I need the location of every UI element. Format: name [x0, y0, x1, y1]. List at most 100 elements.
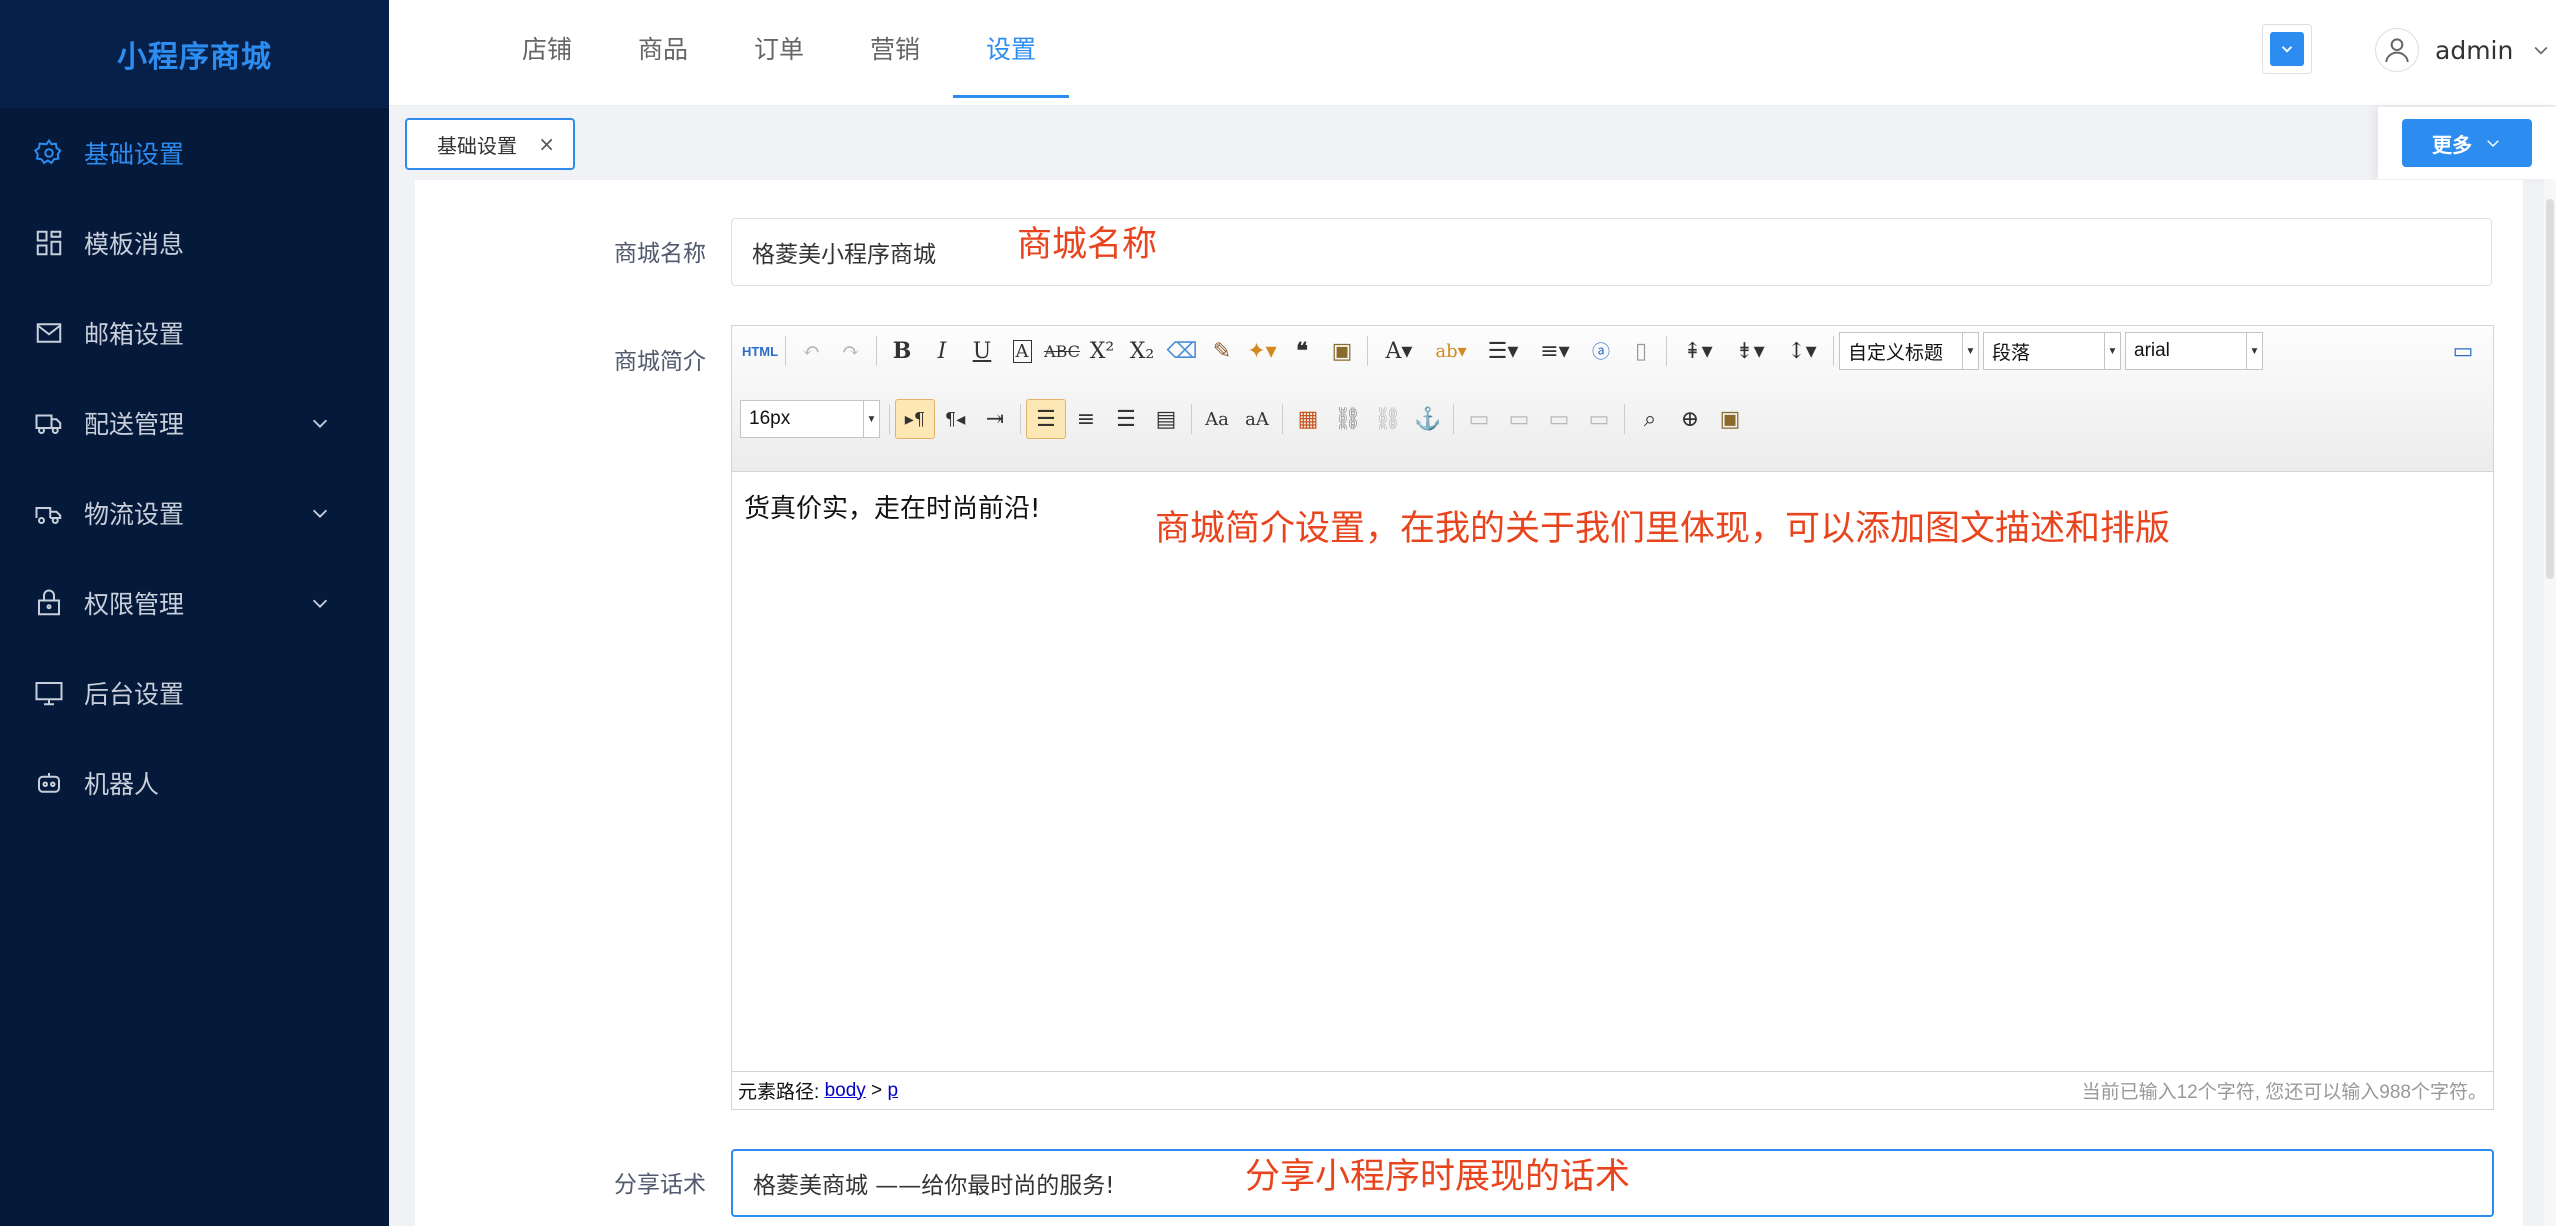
- sidebar-item-mail-settings[interactable]: 邮箱设置: [0, 288, 389, 378]
- image-none-icon[interactable]: ▭: [1459, 399, 1499, 439]
- sidebar-item-label: 物流设置: [84, 500, 185, 529]
- chevron-down-icon[interactable]: [309, 502, 331, 524]
- top-nav: 店铺 商品 订单 营销 设置: [489, 0, 1069, 106]
- page-scrollbar[interactable]: [2544, 179, 2556, 1226]
- sidebar-item-logistics[interactable]: 物流设置: [0, 468, 389, 558]
- scrollbar-thumb[interactable]: [2546, 199, 2554, 579]
- font-family-select[interactable]: arial ▼: [2125, 332, 2263, 370]
- auto-format-icon[interactable]: ✦▾: [1242, 331, 1282, 371]
- sidebar-item-template-message[interactable]: 模板消息: [0, 198, 389, 288]
- underline-icon[interactable]: U: [962, 331, 1002, 371]
- strikethrough-icon[interactable]: ABC: [1042, 331, 1082, 371]
- uppercase-icon[interactable]: Aa: [1197, 399, 1237, 439]
- fullscreen-icon[interactable]: ▭: [2443, 331, 2483, 371]
- indent-icon[interactable]: ⇥: [975, 399, 1015, 439]
- image-center-icon[interactable]: ▭: [1579, 399, 1619, 439]
- element-path-body-link[interactable]: body: [825, 1080, 866, 1102]
- anchor-icon[interactable]: ⚓: [1408, 399, 1448, 439]
- truck-icon: [34, 408, 64, 438]
- anchor-text-icon[interactable]: ⓐ: [1581, 331, 1621, 371]
- nav-settings[interactable]: 设置: [953, 0, 1069, 106]
- paragraph-select[interactable]: 段落 ▼: [1983, 332, 2121, 370]
- row-spacing-bottom-icon[interactable]: ⇟▾: [1724, 331, 1776, 371]
- align-justify-icon[interactable]: ▤: [1146, 399, 1186, 439]
- sidebar-menu: 基础设置 模板消息 邮箱设置 配送管理 物流设置 权限管理 后台设置 机器人: [0, 108, 389, 828]
- eraser-icon[interactable]: ⌫: [1162, 331, 1202, 371]
- nav-goods[interactable]: 商品: [605, 0, 721, 106]
- bold-icon[interactable]: B: [882, 331, 922, 371]
- app-logo[interactable]: 小程序商城: [0, 0, 389, 108]
- nav-marketing[interactable]: 营销: [837, 0, 953, 106]
- editor-content[interactable]: 货真价实，走在时尚前沿!: [732, 472, 2493, 1072]
- link-icon[interactable]: ⛓: [1328, 399, 1368, 439]
- font-border-icon[interactable]: A: [1002, 331, 1042, 371]
- paste-icon[interactable]: ▣: [1710, 399, 1750, 439]
- tab-basic-settings[interactable]: 基础设置 ×: [405, 118, 575, 170]
- clear-doc-icon[interactable]: ▯: [1621, 331, 1661, 371]
- sidebar-item-admin-settings[interactable]: 后台设置: [0, 648, 389, 738]
- align-center-icon[interactable]: ≡: [1066, 399, 1106, 439]
- superscript-icon[interactable]: X²: [1082, 331, 1122, 371]
- search-replace-icon[interactable]: ⊕: [1670, 399, 1710, 439]
- more-button-label: 更多: [2432, 132, 2472, 157]
- custom-heading-select[interactable]: 自定义标题 ▼: [1839, 332, 1979, 370]
- font-size-select[interactable]: 16px ▼: [740, 400, 880, 438]
- blockquote-icon[interactable]: ❝: [1282, 331, 1322, 371]
- user-avatar-icon: [2375, 28, 2419, 72]
- grid-icon: [34, 228, 64, 258]
- lock-icon: [34, 588, 64, 618]
- font-color-icon[interactable]: A▾: [1373, 331, 1425, 371]
- unlink-icon[interactable]: ⛓: [1368, 399, 1408, 439]
- user-menu[interactable]: admin: [2375, 26, 2551, 74]
- more-button[interactable]: 更多: [2402, 119, 2532, 167]
- ordered-list-icon[interactable]: ☰▾: [1477, 331, 1529, 371]
- sidebar-item-delivery[interactable]: 配送管理: [0, 378, 389, 468]
- sidebar-item-robot[interactable]: 机器人: [0, 738, 389, 828]
- highlight-color-icon[interactable]: ab▾: [1425, 331, 1477, 371]
- redo-icon[interactable]: ↷: [831, 331, 871, 371]
- more-wrap: 更多: [2378, 107, 2556, 179]
- image-right-icon[interactable]: ▭: [1539, 399, 1579, 439]
- image-left-icon[interactable]: ▭: [1499, 399, 1539, 439]
- element-path-p-link[interactable]: p: [887, 1080, 898, 1102]
- nav-shop[interactable]: 店铺: [489, 0, 605, 106]
- gear-icon: [34, 138, 64, 168]
- top-header: 店铺 商品 订单 营销 设置 admin: [389, 0, 2556, 106]
- paste-plain-icon[interactable]: ▣: [1322, 331, 1362, 371]
- chevron-down-icon: [2270, 32, 2304, 66]
- shop-name-input[interactable]: 格菱美小程序商城: [731, 218, 2492, 286]
- italic-icon[interactable]: I: [922, 331, 962, 371]
- ltr-direction-icon[interactable]: ▸¶: [895, 399, 935, 439]
- font-size-value: 16px: [749, 408, 791, 429]
- align-left-icon[interactable]: ☰: [1026, 399, 1066, 439]
- align-right-icon[interactable]: ☰: [1106, 399, 1146, 439]
- sidebar-item-basic-settings[interactable]: 基础设置: [0, 108, 389, 198]
- user-name: admin: [2435, 35, 2514, 65]
- sidebar: 小程序商城 基础设置 模板消息 邮箱设置 配送管理 物流设置 权限管理 后台设置…: [0, 0, 389, 1226]
- tab-label: 基础设置: [437, 133, 517, 158]
- sidebar-item-permissions[interactable]: 权限管理: [0, 558, 389, 648]
- header-dropdown-button[interactable]: [2262, 24, 2312, 74]
- toolbar-separator: [1191, 404, 1192, 434]
- element-path-label: 元素路径:: [738, 1082, 820, 1103]
- preview-icon[interactable]: ⌕: [1630, 399, 1670, 439]
- nav-orders[interactable]: 订单: [721, 0, 837, 106]
- line-height-icon[interactable]: ↕▾: [1776, 331, 1828, 371]
- lowercase-icon[interactable]: aA: [1237, 399, 1277, 439]
- html-source-button[interactable]: HTML: [740, 331, 780, 371]
- undo-icon[interactable]: ↶: [791, 331, 831, 371]
- shop-name-annotation: 商城名称: [1017, 225, 1158, 265]
- share-text-annotation: 分享小程序时展现的话术: [1245, 1157, 1631, 1197]
- close-icon[interactable]: ×: [538, 132, 555, 156]
- toolbar-separator: [1367, 336, 1368, 366]
- element-path-separator: >: [871, 1079, 883, 1101]
- format-brush-icon[interactable]: ✎: [1202, 331, 1242, 371]
- image-icon[interactable]: ▦: [1288, 399, 1328, 439]
- chevron-down-icon[interactable]: [309, 412, 331, 434]
- unordered-list-icon[interactable]: ≡▾: [1529, 331, 1581, 371]
- row-spacing-top-icon[interactable]: ⇞▾: [1672, 331, 1724, 371]
- subscript-icon[interactable]: X₂: [1122, 331, 1162, 371]
- chevron-down-icon[interactable]: [309, 592, 331, 614]
- rtl-direction-icon[interactable]: ¶◂: [935, 399, 975, 439]
- chevron-down-icon: [2487, 140, 2499, 148]
